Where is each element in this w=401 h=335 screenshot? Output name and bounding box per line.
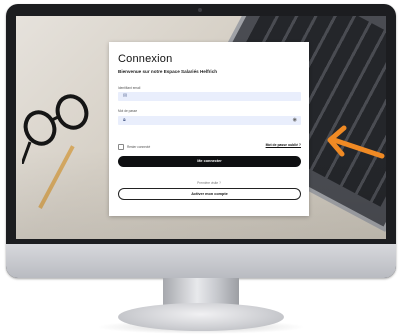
eye-icon[interactable]: ◉ [293,117,297,124]
login-button[interactable]: Me connecter [118,156,301,167]
remember-me-checkbox[interactable]: Rester connecté [118,144,150,150]
page-title: Connexion [118,53,173,65]
screen: Connexion Bienvenue sur notre Espace Sal… [16,16,386,239]
remember-me-label: Rester connecté [127,144,151,149]
forgot-password-link[interactable]: Mot de passe oublié ? [266,143,301,147]
mail-icon: ✉ [123,93,128,99]
page-subtitle: Bienvenue sur notre Espace Salariés Helf… [118,69,218,74]
activate-account-button[interactable]: Activer mon compte [118,188,301,200]
webcam-dot [198,8,202,12]
login-card: Connexion Bienvenue sur notre Espace Sal… [109,42,309,216]
email-label: Identifiant email [118,86,141,90]
checkbox-box[interactable] [118,144,124,150]
monitor-frame: Connexion Bienvenue sur notre Espace Sal… [6,4,396,278]
lock-icon: 🔒︎ [123,117,126,123]
arrow-icon [327,125,385,159]
email-field[interactable]: ✉ [118,92,301,101]
first-visit-text: Première visite ? [197,181,221,185]
password-field[interactable]: 🔒︎ ◉ [118,116,301,125]
monitor-base [118,303,284,331]
monitor-chin [6,244,396,278]
password-label: Mot de passe [118,109,138,113]
